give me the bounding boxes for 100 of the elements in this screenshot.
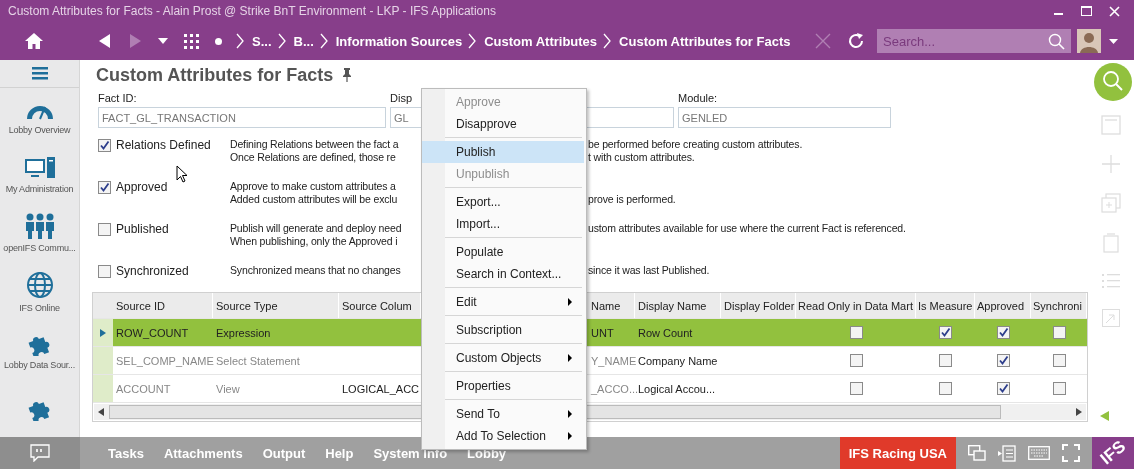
checkbox[interactable] [939,326,952,339]
menu-item[interactable]: Search in Context... [422,263,584,285]
checkbox-label[interactable]: Published [98,222,230,236]
description-text: since it was last Published. [588,264,710,276]
caret-icon[interactable] [158,38,168,44]
scroll-right-icon[interactable] [1075,408,1082,416]
menu-item[interactable]: Export... [422,191,584,213]
checkbox[interactable] [996,326,1010,339]
checkbox-label[interactable]: Approved [98,180,230,194]
chevron-icon [319,33,328,49]
table-cell: UNT [591,326,614,339]
avatar-icon[interactable] [1077,29,1101,53]
table-cell: ACCOUNT [116,382,171,395]
menu-item[interactable]: Custom Objects [422,347,584,369]
maximize-icon[interactable] [1081,6,1092,16]
table-cell: SEL_COMP_NAME [116,354,214,367]
current-row-icon [100,328,106,337]
column-header[interactable]: Is Measure [916,293,975,318]
menu-item[interactable]: Send To [422,403,584,425]
description-text: Synchronized means that no changes [230,264,401,276]
page-title: Custom Attributes for Facts [96,64,334,86]
sidebar-item[interactable]: My Administration [0,146,79,205]
menu-item[interactable]: Properties [422,375,584,397]
column-header[interactable]: Synchroni [1031,293,1087,318]
globe-icon [25,270,54,299]
breadcrumb-link[interactable]: Custom Attributes for Facts [619,33,791,49]
table-cell: LOGICAL_ACC [342,382,420,395]
table-cell: View [216,382,240,395]
company-button[interactable]: IFS Racing USA [839,437,956,469]
column-header[interactable]: Name [588,293,635,318]
people-icon [23,213,56,240]
menu-item[interactable]: Publish [422,141,584,163]
breadcrumb-link[interactable]: S... [252,33,272,49]
menu-icon[interactable] [31,67,48,81]
checkbox[interactable] [1052,354,1066,367]
checkbox[interactable] [98,222,111,236]
column-header[interactable]: Read Only in Data Mart [796,293,916,318]
caret-icon[interactable] [1109,38,1118,44]
checkbox[interactable] [996,354,1010,367]
row-header[interactable] [93,319,113,346]
chevron-icon [603,33,612,49]
keyboard-icon[interactable] [1028,446,1050,460]
breadcrumb-link[interactable]: Information Sources [335,33,463,49]
dot-icon[interactable] [215,37,222,45]
list-arrow-icon[interactable] [998,444,1016,462]
sidebar-item[interactable]: Lobby Data Sour... [0,320,79,379]
checkbox[interactable] [996,382,1010,395]
collapse-arrow-icon[interactable] [1099,411,1109,421]
table-cell: Logical Accou... [638,382,716,395]
checkbox-label[interactable]: Relations Defined [98,138,230,152]
checkbox-label[interactable]: Synchronized [98,264,230,278]
checkbox[interactable] [939,354,952,367]
breadcrumb-link[interactable]: B... [293,33,314,49]
pin-icon[interactable] [342,68,353,82]
search-field[interactable]: Search... [877,29,1071,53]
windows-icon[interactable] [968,445,986,461]
menu-item[interactable]: Add To Selection [422,425,584,447]
scroll-left-icon[interactable] [98,408,105,416]
column-header[interactable]: Source Type [213,293,339,318]
refresh-icon[interactable] [847,32,865,50]
fullscreen-icon[interactable] [1062,444,1080,462]
search-button[interactable] [1094,63,1132,101]
menu-item[interactable]: Disapprove [422,113,584,135]
checkbox[interactable] [849,326,863,339]
menu-item[interactable]: Edit [422,291,584,313]
column-header[interactable]: Approved [975,293,1031,318]
checkbox[interactable] [98,180,111,194]
input-field[interactable]: FACT_GL_TRANSACTION [98,107,386,128]
table-cell: Row Count [638,326,693,339]
search-icon[interactable] [1048,33,1065,50]
checkbox[interactable] [849,354,863,367]
apps-grid-icon[interactable] [184,33,199,49]
column-header[interactable]: Display Folder [721,293,796,318]
sidebar-item[interactable]: Lobby Overview [0,88,79,147]
checkbox[interactable] [849,382,863,395]
description-text: ustom attributes available for use where the current Fact is referenced. [588,222,906,234]
checkbox[interactable] [98,264,111,278]
table-cell: Y_NAME [591,354,637,367]
window-title: Custom Attributes for Facts - Alain Prost @ Strike BnT Environment - LKP - IFS Applications [8,4,496,18]
sidebar-item[interactable]: IFS Online [0,262,79,321]
column-header[interactable]: Source ID [113,293,213,318]
checkbox[interactable] [1052,326,1066,339]
breadcrumb-link[interactable]: Custom Attributes [484,33,598,49]
description-text: Defining Relations between the fact a [230,138,399,150]
checkbox[interactable] [1052,382,1066,395]
checkbox[interactable] [939,382,952,395]
menu-item[interactable]: Subscription [422,319,584,341]
menu-item[interactable]: Populate [422,241,584,263]
checkbox[interactable] [98,138,111,152]
sidebar-item[interactable]: openIFS Commu... [0,204,79,263]
input-field[interactable]: GENLED [678,107,891,128]
comment-icon[interactable] [30,444,50,462]
home-icon[interactable] [24,32,44,50]
menu-item[interactable]: Import... [422,213,584,235]
column-header[interactable]: Display Name [635,293,721,318]
back-icon[interactable] [98,33,112,49]
description-text: Publish will generate and deploy need [230,222,402,234]
table-cell: Expression [216,326,271,339]
description-text: Approve to make custom attributes a [230,180,396,192]
table-cell: Company Name [638,354,718,367]
